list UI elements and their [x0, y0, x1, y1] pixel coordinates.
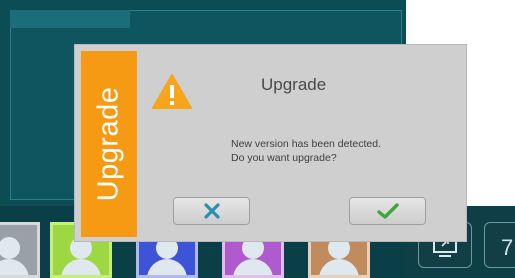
- upgrade-dialog: Upgrade Upgrade New version has been det…: [74, 44, 467, 242]
- dialog-message-line: Do you want upgrade?: [231, 152, 337, 164]
- page-number: 7: [501, 235, 514, 260]
- checkmark-icon: [376, 203, 399, 219]
- warning-icon: [152, 74, 192, 109]
- dialog-side-label: Upgrade: [92, 86, 125, 202]
- dialog-side-banner: Upgrade: [81, 51, 137, 237]
- page-number-button[interactable]: 7: [484, 222, 515, 268]
- confirm-button[interactable]: [349, 197, 426, 225]
- cancel-button[interactable]: [173, 197, 250, 225]
- dialog-message: New version has been detected. Do you wa…: [231, 137, 381, 165]
- dialog-message-line: New version has been detected.: [231, 138, 382, 150]
- participant-thumbnail[interactable]: [0, 222, 40, 278]
- avatar-icon: [0, 237, 20, 259]
- close-icon: [203, 203, 220, 219]
- background-panel-header: [10, 10, 130, 28]
- dialog-title: Upgrade: [261, 75, 327, 94]
